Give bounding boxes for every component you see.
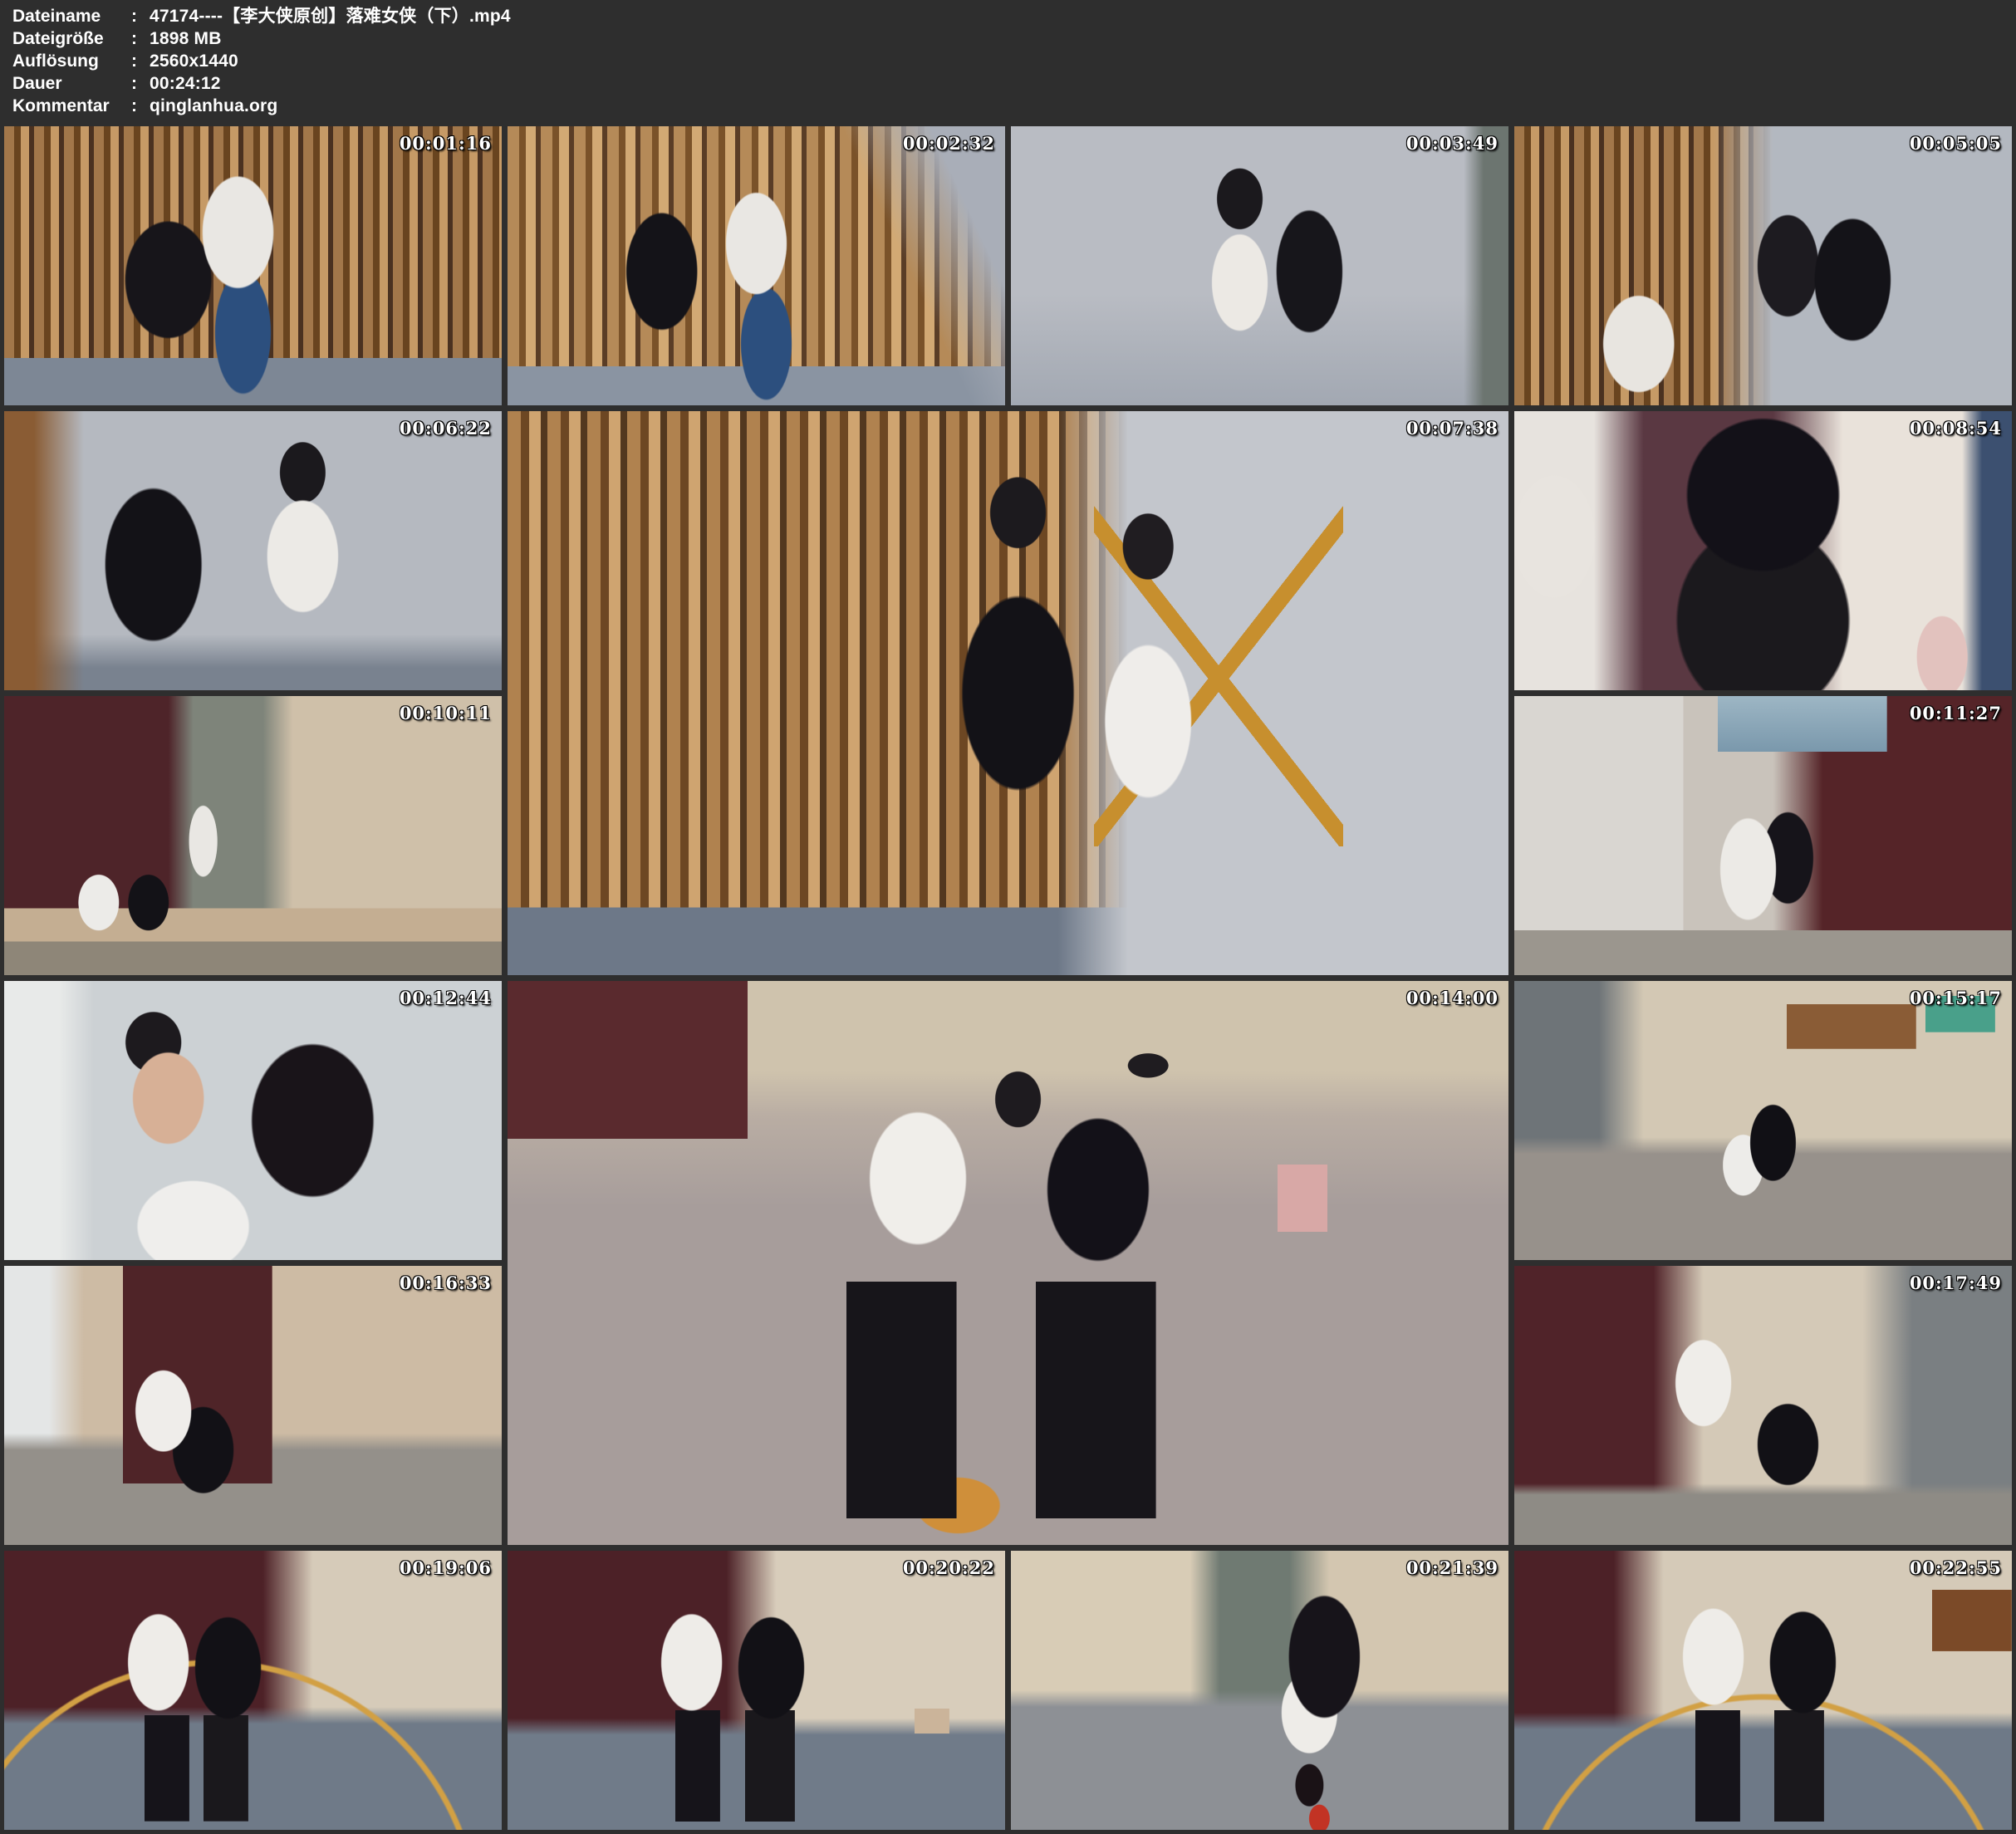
meta-row-aufloesung: Auflösung:2560x1440 xyxy=(12,50,2016,72)
meta-label: Dateigröße xyxy=(12,27,131,50)
video-thumbnail-6-large: 00:07:38 xyxy=(508,411,1508,975)
video-thumbnail-16: 00:20:22 xyxy=(508,1551,1005,1830)
meta-label: Dauer xyxy=(12,72,131,95)
meta-row-dauer: Dauer:00:24:12 xyxy=(12,72,2016,95)
timestamp-overlay: 00:03:49 xyxy=(1406,133,1499,154)
timestamp-overlay: 00:12:44 xyxy=(400,988,492,1008)
timestamp-overlay: 00:02:32 xyxy=(903,133,995,154)
video-thumbnail-1: 00:01:16 xyxy=(4,126,502,405)
video-thumbnail-11-large: 00:14:00 xyxy=(508,981,1508,1545)
timestamp-overlay: 00:07:38 xyxy=(1406,418,1499,439)
timestamp-overlay: 00:10:11 xyxy=(400,703,492,723)
timestamp-overlay: 00:22:55 xyxy=(1910,1557,2002,1578)
meta-label: Kommentar xyxy=(12,95,131,117)
file-info-header: Dateiname:47174----【李大侠原创】落难女侠（下）.mp4 Da… xyxy=(0,0,2016,125)
timestamp-overlay: 00:17:49 xyxy=(1910,1273,2002,1293)
video-thumbnail-9: 00:11:27 xyxy=(1514,696,2012,975)
meta-row-dateiname: Dateiname:47174----【李大侠原创】落难女侠（下）.mp4 xyxy=(12,5,2016,27)
duration-value: 00:24:12 xyxy=(150,74,221,93)
video-thumbnail-7: 00:08:54 xyxy=(1514,411,2012,690)
thumbnail-grid: 00:01:16 00:02:32 00:03:49 00:05:05 00:0… xyxy=(0,125,2016,1834)
meta-separator: : xyxy=(131,72,150,95)
video-thumbnail-8: 00:10:11 xyxy=(4,696,502,975)
meta-row-dateigroesse: Dateigröße:1898 MB xyxy=(12,27,2016,50)
video-thumbnail-10: 00:12:44 xyxy=(4,981,502,1260)
timestamp-overlay: 00:15:17 xyxy=(1910,988,2002,1008)
timestamp-overlay: 00:06:22 xyxy=(400,418,492,439)
timestamp-overlay: 00:16:33 xyxy=(400,1273,492,1293)
timestamp-overlay: 00:21:39 xyxy=(1406,1557,1499,1578)
meta-label: Dateiname xyxy=(12,5,131,27)
timestamp-overlay: 00:08:54 xyxy=(1910,418,2002,439)
timestamp-overlay: 00:14:00 xyxy=(1406,988,1499,1008)
timestamp-overlay: 00:11:27 xyxy=(1910,703,2002,723)
video-thumbnail-17: 00:21:39 xyxy=(1011,1551,1508,1830)
meta-label: Auflösung xyxy=(12,50,131,72)
comment-value: qinglanhua.org xyxy=(150,96,277,115)
video-thumbnail-15: 00:19:06 xyxy=(4,1551,502,1830)
resolution-value: 2560x1440 xyxy=(150,51,238,71)
video-thumbnail-5: 00:06:22 xyxy=(4,411,502,690)
meta-row-kommentar: Kommentar:qinglanhua.org xyxy=(12,95,2016,117)
timestamp-overlay: 00:19:06 xyxy=(400,1557,492,1578)
timestamp-overlay: 00:01:16 xyxy=(400,133,492,154)
video-thumbnail-13: 00:16:33 xyxy=(4,1266,502,1545)
meta-separator: : xyxy=(131,27,150,50)
filesize-value: 1898 MB xyxy=(150,29,222,48)
timestamp-overlay: 00:20:22 xyxy=(903,1557,995,1578)
meta-separator: : xyxy=(131,95,150,117)
meta-separator: : xyxy=(131,50,150,72)
meta-separator: : xyxy=(131,5,150,27)
video-thumbnail-18: 00:22:55 xyxy=(1514,1551,2012,1830)
video-thumbnail-4: 00:05:05 xyxy=(1514,126,2012,405)
contact-sheet: Dateiname:47174----【李大侠原创】落难女侠（下）.mp4 Da… xyxy=(0,0,2016,1832)
filename-value: 47174----【李大侠原创】落难女侠（下）.mp4 xyxy=(150,7,511,26)
timestamp-overlay: 00:05:05 xyxy=(1910,133,2002,154)
video-thumbnail-12: 00:15:17 xyxy=(1514,981,2012,1260)
video-thumbnail-2: 00:02:32 xyxy=(508,126,1005,405)
video-thumbnail-14: 00:17:49 xyxy=(1514,1266,2012,1545)
video-thumbnail-3: 00:03:49 xyxy=(1011,126,1508,405)
